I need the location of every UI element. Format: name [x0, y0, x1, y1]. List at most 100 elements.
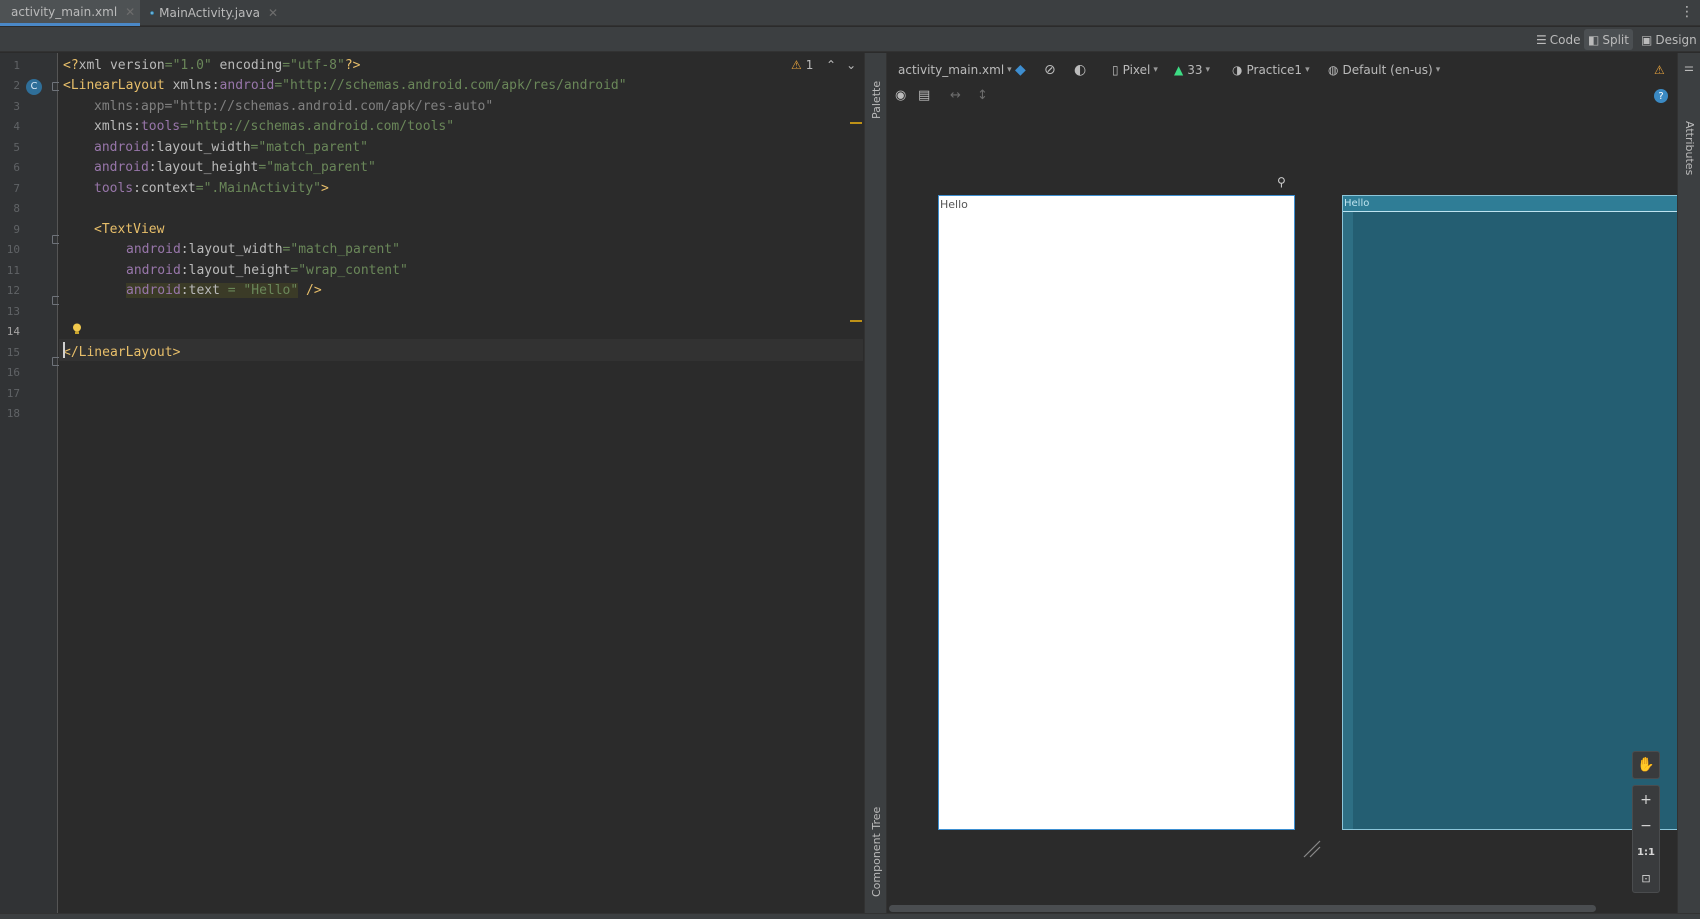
code-token: tools	[94, 181, 134, 196]
eye-icon[interactable]: ◉	[895, 86, 906, 104]
help-icon[interactable]: ?	[1654, 89, 1668, 103]
horizontal-scrollbar[interactable]	[888, 904, 1677, 913]
zoom-controls: ✋ + − 1:1 ⊡	[1632, 751, 1660, 893]
zoom-actual-size-button[interactable]: 1:1	[1633, 840, 1659, 864]
orientation-button[interactable]: ⊘	[1044, 60, 1056, 80]
component-tree-tab[interactable]: Component Tree	[870, 797, 883, 897]
layers-icon: ◆	[1015, 62, 1026, 78]
zoom-out-icon[interactable]: −	[1633, 814, 1659, 838]
line-number: 17	[6, 387, 20, 400]
design-mode-button[interactable]: ▣ Design	[1637, 29, 1700, 50]
chevron-down-icon: ▾	[1007, 65, 1012, 75]
line-number: 18	[6, 407, 20, 420]
blueprint-icon[interactable]: ▤	[918, 86, 930, 104]
layout-file-dropdown[interactable]: activity_main.xml ▾	[898, 60, 1012, 80]
code-token: =".MainActivity"	[195, 181, 321, 196]
line-number: 10	[6, 243, 20, 256]
code-token: />	[298, 283, 322, 298]
close-icon[interactable]: ✕	[125, 5, 135, 19]
tab-mainactivity-java[interactable]: C MainActivity.java ✕	[144, 0, 284, 26]
highlight-navigation[interactable]: ⌃⌄	[826, 58, 866, 72]
chevron-up-icon[interactable]: ⌃	[826, 58, 846, 72]
line-number: 5	[13, 141, 20, 154]
code-editor[interactable]: <?xml version="1.0" encoding="utf-8"?> <…	[59, 53, 863, 913]
attributes-tab[interactable]: Attributes	[1683, 121, 1696, 175]
device-label: Pixel	[1122, 63, 1151, 77]
line-number: 13	[6, 305, 20, 318]
split-mode-label: Split	[1602, 32, 1629, 47]
code-token: ?>	[344, 58, 361, 73]
code-line-1: <?xml version="1.0" encoding="utf-8"?>	[63, 57, 360, 75]
vertical-resize-icon[interactable]: ↕	[977, 86, 988, 104]
api-level-dropdown[interactable]: ▲ 33 ▾	[1174, 60, 1210, 80]
textview-blueprint[interactable]: Hello	[1343, 196, 1677, 212]
code-token: ="utf-8"	[282, 58, 345, 73]
pan-hand-icon[interactable]: ✋	[1632, 751, 1660, 779]
horizontal-resize-icon[interactable]: ↔	[950, 86, 961, 104]
textview-preview[interactable]: Hello	[940, 198, 968, 211]
code-token: ="match_parent"	[250, 140, 368, 155]
night-mode-button[interactable]: ◐	[1074, 60, 1086, 80]
design-mode-label: Design	[1655, 32, 1697, 47]
phone-icon: ▯	[1112, 63, 1119, 77]
status-bar	[0, 913, 1700, 919]
design-canvas[interactable]: ⚲ Hello Hello	[888, 109, 1677, 913]
palette-tab[interactable]: Palette	[870, 63, 883, 119]
blueprint-preview[interactable]: Hello	[1342, 195, 1677, 830]
view-mode-bar: ☰ Code ◧ Split ▣ Design	[0, 27, 1700, 52]
code-token: ="1.0"	[164, 58, 212, 73]
code-token: android	[126, 242, 181, 257]
split-mode-button[interactable]: ◧ Split	[1584, 29, 1633, 50]
code-token: </LinearLayout>	[63, 345, 181, 360]
line-number: 9	[13, 223, 20, 236]
text-caret	[63, 342, 65, 358]
blueprint-edge	[1343, 212, 1353, 829]
warning-stripe-marker[interactable]	[850, 320, 862, 322]
close-icon[interactable]: ✕	[268, 6, 278, 20]
scrollbar-thumb[interactable]	[889, 905, 1596, 912]
device-dropdown[interactable]: ▯ Pixel ▾	[1112, 60, 1158, 80]
code-token: :layout_width	[180, 242, 283, 257]
design-preview[interactable]: Hello	[938, 195, 1295, 830]
night-mode-icon: ◐	[1074, 62, 1087, 78]
chevron-down-icon: ▾	[1435, 65, 1441, 75]
layout-warning-icon[interactable]: ⚠	[1654, 60, 1665, 80]
code-line-5: android:layout_width="match_parent"	[94, 139, 368, 157]
design-surface-button[interactable]: ◆	[1015, 60, 1026, 80]
zoom-in-icon[interactable]: +	[1633, 788, 1659, 812]
line-number: 8	[13, 202, 20, 215]
code-token: :text	[180, 283, 220, 298]
chevron-down-icon: ▾	[1153, 65, 1158, 75]
warning-stripe-marker[interactable]	[850, 122, 862, 124]
textview-blueprint-label: Hello	[1344, 198, 1370, 209]
code-token: ="http://schemas.android.com/apk/res-aut…	[164, 99, 494, 114]
locale-dropdown[interactable]: ◍ Default (en-us) ▾	[1328, 60, 1440, 80]
sliders-icon: ⚌	[1684, 61, 1694, 74]
class-navigation-icon[interactable]: C	[26, 79, 42, 95]
resize-handle-icon[interactable]	[1300, 837, 1322, 859]
code-token: xmlns:	[94, 119, 141, 134]
line-number: 12	[6, 284, 20, 297]
lightbulb-icon[interactable]	[72, 323, 82, 335]
code-token: :context	[133, 181, 196, 196]
tab-activity-main-xml[interactable]: activity_main.xml ✕	[0, 0, 140, 26]
pin-icon[interactable]: ⚲	[1277, 175, 1286, 189]
code-mode-button[interactable]: ☰ Code	[1532, 29, 1585, 50]
code-token: tools	[140, 119, 181, 134]
code-token: = "Hello"	[219, 283, 299, 298]
android-icon: ▲	[1174, 63, 1184, 77]
code-line-3: xmlns:app="http://schemas.android.com/ap…	[94, 98, 493, 116]
editor-tab-bar: activity_main.xml ✕ C MainActivity.java …	[0, 0, 1700, 26]
theme-dropdown[interactable]: ◑ Practice1 ▾	[1232, 60, 1310, 80]
java-class-icon: C	[150, 11, 154, 15]
code-mode-label: Code	[1549, 32, 1581, 47]
theme-icon: ◑	[1232, 63, 1243, 77]
inspection-widget[interactable]: ⚠ 1	[791, 58, 813, 72]
code-token: ="match_parent"	[282, 242, 400, 257]
line-number: 11	[6, 264, 20, 277]
code-token: :layout_height	[180, 263, 291, 278]
zoom-to-fit-icon[interactable]: ⊡	[1633, 866, 1659, 890]
code-token: xml	[78, 58, 110, 73]
more-options-icon[interactable]: ⋮	[1680, 4, 1694, 20]
code-line-4: xmlns:tools="http://schemas.android.com/…	[94, 118, 454, 136]
